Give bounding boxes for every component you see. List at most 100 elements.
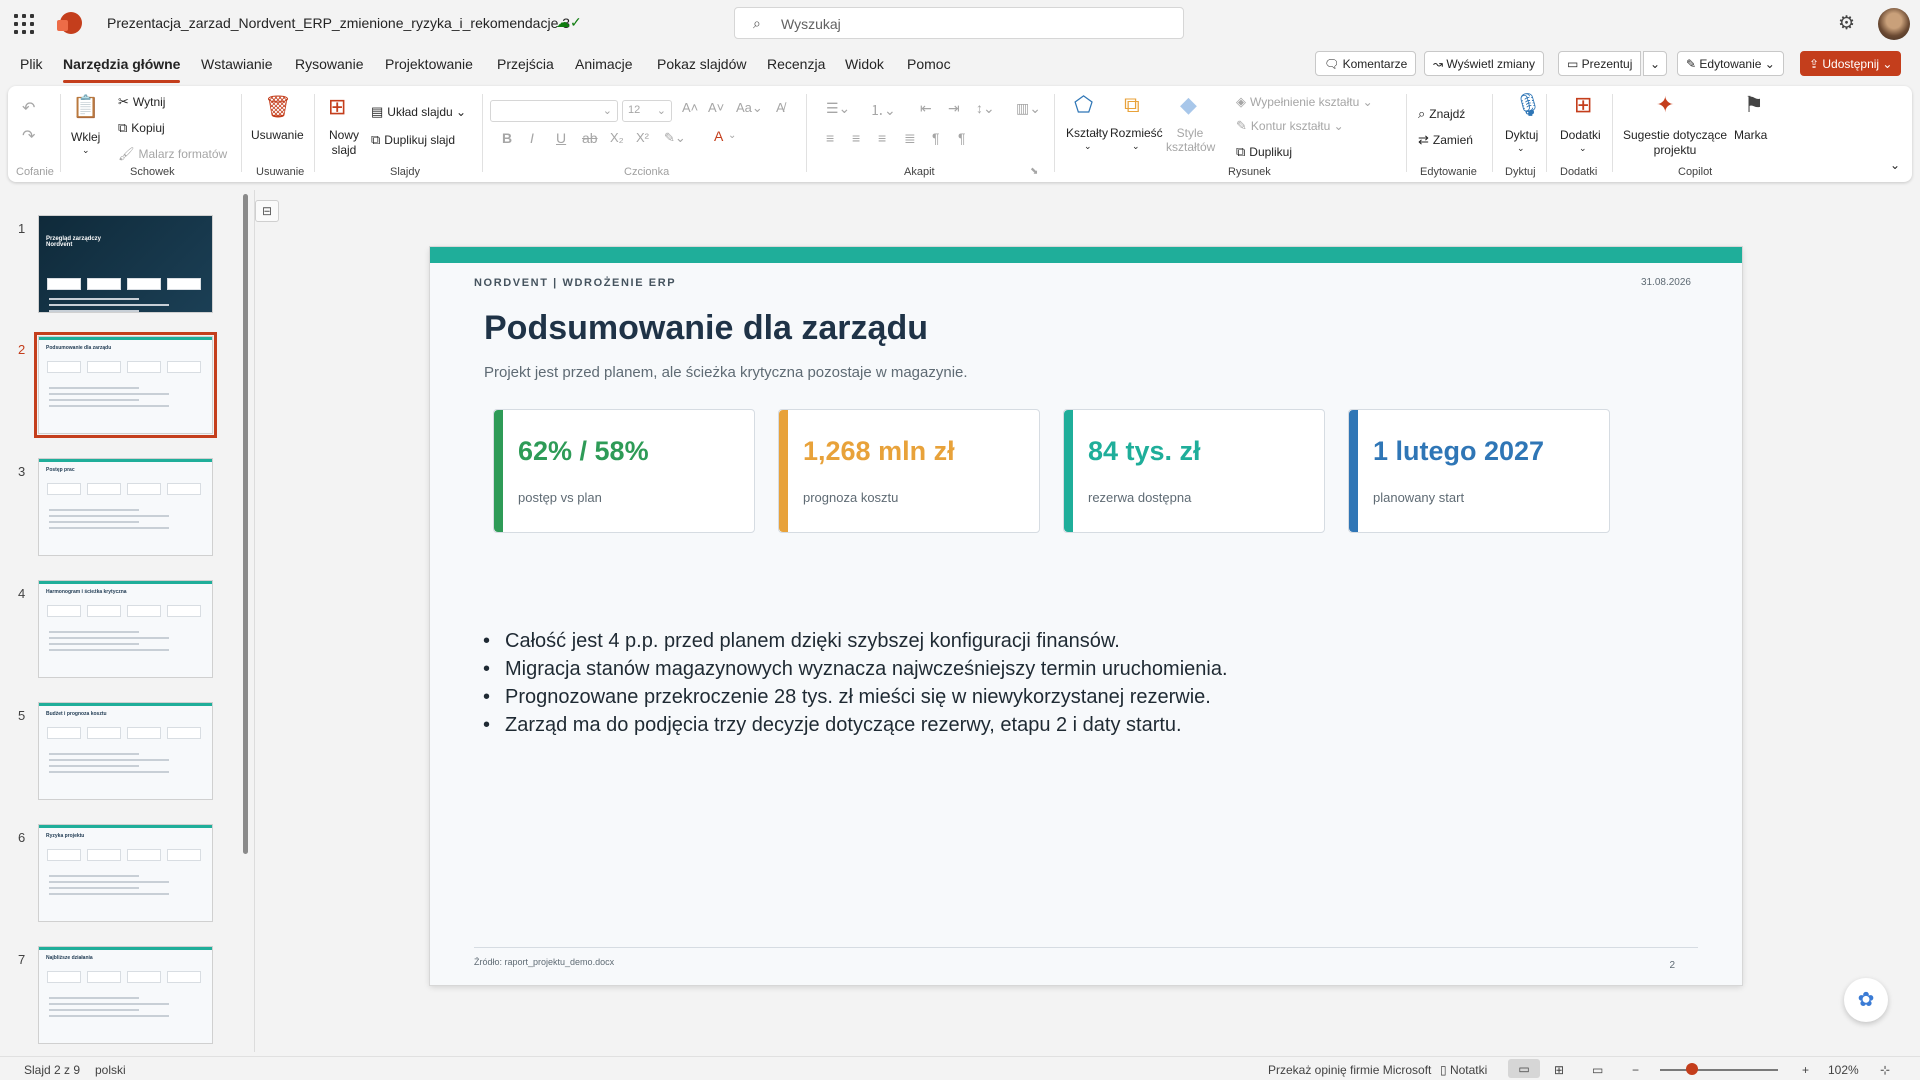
shape-styles-icon[interactable]: ◆ <box>1180 92 1197 118</box>
comments-button[interactable]: 🗨 Komentarze <box>1315 51 1417 76</box>
slide-thumbnail[interactable]: Postęp prac <box>38 458 213 556</box>
menu-file[interactable]: Plik <box>20 56 43 72</box>
search-box[interactable]: ⌕ Wyszukaj <box>734 7 1184 39</box>
delete-button[interactable]: Usuwanie <box>251 128 304 142</box>
present-button[interactable]: ▭ Prezentuj <box>1558 51 1642 76</box>
microphone-icon[interactable]: 🎙 <box>1514 92 1542 118</box>
present-dropdown-button[interactable]: ⌄ <box>1643 51 1668 76</box>
brand-button[interactable]: Marka <box>1734 128 1767 142</box>
slide-canvas[interactable]: NORDVENT | WDROŻENIE ERP 31.08.2026 Pods… <box>430 247 1742 985</box>
ltr-icon[interactable]: ¶ <box>932 130 940 146</box>
shapes-icon[interactable]: ⬠ <box>1074 92 1093 118</box>
cut-button[interactable]: ✂ Wytnij <box>118 94 165 110</box>
normal-view-icon[interactable]: ▭ <box>1508 1059 1540 1078</box>
change-case-icon[interactable]: Aa⌄ <box>736 100 763 116</box>
slide-thumbnail[interactable]: Harmonogram i ścieżka krytyczna <box>38 580 213 678</box>
menu-insert[interactable]: Wstawianie <box>201 56 273 72</box>
paste-icon[interactable]: 📋 <box>72 94 99 120</box>
editing-mode-button[interactable]: ✎ Edytowanie ⌄ <box>1677 51 1784 76</box>
rtl-icon[interactable]: ¶ <box>958 130 966 146</box>
notes-button[interactable]: ▯ Notatki <box>1440 1063 1487 1077</box>
menu-home[interactable]: Narzędzia główne <box>63 56 181 83</box>
settings-gear-icon[interactable]: ⚙ <box>1838 12 1855 35</box>
kpi-card[interactable]: 1,268 mln zł prognoza kosztu <box>778 409 1040 533</box>
align-right-icon[interactable]: ≡ <box>878 130 886 146</box>
slide-thumbnail[interactable]: Przegląd zarządczy Nordvent <box>38 215 213 313</box>
shapes-button[interactable]: Kształty <box>1066 126 1108 140</box>
superscript-icon[interactable]: X² <box>636 130 649 145</box>
undo-icon[interactable]: ↶ <box>22 98 35 118</box>
designer-icon[interactable]: ✦ <box>1656 92 1674 118</box>
paste-button[interactable]: Wklej <box>71 130 100 144</box>
underline-icon[interactable]: U <box>556 130 566 146</box>
menu-view[interactable]: Widok <box>845 56 884 72</box>
copy-button[interactable]: ⧉ Kopiuj <box>118 120 165 136</box>
kpi-card[interactable]: 62% / 58% postęp vs plan <box>493 409 755 533</box>
duplicate-slide-button[interactable]: ⧉ Duplikuj slajd <box>371 132 455 148</box>
kpi-card[interactable]: 1 lutego 2027 planowany start <box>1348 409 1610 533</box>
bold-icon[interactable]: B <box>502 130 512 146</box>
chevron-down-icon[interactable]: ⌄ <box>1579 143 1587 154</box>
feedback-link[interactable]: Przekaż opinię firmie Microsoft <box>1268 1063 1431 1077</box>
show-changes-button[interactable]: ↝ Wyświetl zmiany <box>1424 51 1544 76</box>
chevron-down-icon[interactable]: ⌄ <box>1084 141 1092 152</box>
numbering-icon[interactable]: ⒈⌄ <box>870 100 896 120</box>
chevron-down-icon[interactable]: ⌄ <box>728 130 736 141</box>
line-spacing-icon[interactable]: ↕⌄ <box>976 100 995 117</box>
menu-draw[interactable]: Rysowanie <box>295 56 363 72</box>
new-slide-button[interactable]: Nowy slajd <box>324 128 364 158</box>
zoom-level[interactable]: 102% <box>1828 1063 1859 1077</box>
design-suggestions-button[interactable]: Sugestie dotyczące projektu <box>1622 128 1728 158</box>
brand-icon[interactable]: ⚑ <box>1744 92 1764 118</box>
trash-icon[interactable]: 🗑 <box>264 94 292 120</box>
font-color-icon[interactable]: A <box>714 128 723 144</box>
copilot-icon[interactable]: ✿ <box>1844 978 1888 1022</box>
increase-font-icon[interactable]: A˄ <box>682 100 698 115</box>
zoom-slider[interactable] <box>1660 1069 1778 1071</box>
menu-review[interactable]: Recenzja <box>767 56 825 72</box>
layout-button[interactable]: ▤ Układ slajdu ⌄ <box>371 104 466 120</box>
shape-fill-button[interactable]: ◈ Wypełnienie kształtu ⌄ <box>1236 94 1373 110</box>
arrange-button[interactable]: Rozmieść <box>1110 126 1163 140</box>
slide-sorter-icon[interactable]: ⊞ <box>1554 1063 1564 1077</box>
fit-slide-icon[interactable]: ⊹ <box>1880 1063 1890 1077</box>
menu-animations[interactable]: Animacje <box>575 56 633 72</box>
menu-transitions[interactable]: Przejścia <box>497 56 554 72</box>
saved-cloud-icon[interactable]: ☁✓ <box>556 14 582 31</box>
app-launcher-icon[interactable] <box>14 14 34 34</box>
find-button[interactable]: ⌕ Znajdź <box>1418 106 1465 122</box>
decrease-font-icon[interactable]: A˅ <box>708 100 724 115</box>
bullet-list[interactable]: Całość jest 4 p.p. przed planem dzięki s… <box>483 627 1228 739</box>
columns-icon[interactable]: ▥⌄ <box>1016 100 1041 117</box>
collapse-pane-icon[interactable]: ⊟ <box>255 200 279 222</box>
zoom-slider-handle[interactable] <box>1686 1063 1698 1075</box>
italic-icon[interactable]: I <box>530 130 534 146</box>
slide-thumbnail[interactable]: Podsumowanie dla zarządu <box>34 332 217 438</box>
kpi-card[interactable]: 84 tys. zł rezerwa dostępna <box>1063 409 1325 533</box>
language-indicator[interactable]: polski <box>95 1063 126 1077</box>
arrange-icon[interactable]: ⧉ <box>1124 92 1140 118</box>
document-title[interactable]: Prezentacja_zarzad_Nordvent_ERP_zmienion… <box>107 15 570 31</box>
font-name-dropdown[interactable]: ⌄ <box>490 100 618 122</box>
slide-subtitle[interactable]: Projekt jest przed planem, ale ścieżka k… <box>484 364 968 381</box>
duplicate-button[interactable]: ⧉ Duplikuj <box>1236 144 1292 160</box>
align-center-icon[interactable]: ≡ <box>852 130 860 146</box>
slide-thumbnail[interactable]: Budżet i prognoza kosztu <box>38 702 213 800</box>
font-size-dropdown[interactable]: 12 ⌄ <box>622 100 672 122</box>
ribbon-collapse-icon[interactable]: ⌄ <box>1890 158 1900 172</box>
slide-thumbnail[interactable]: Najbliższe działania <box>38 946 213 1044</box>
redo-icon[interactable]: ↷ <box>22 126 35 146</box>
strikethrough-icon[interactable]: ab <box>582 130 598 146</box>
increase-indent-icon[interactable]: ⇥ <box>948 100 960 117</box>
new-slide-icon[interactable]: ⊞ <box>328 94 346 120</box>
slide-title[interactable]: Podsumowanie dla zarządu <box>484 309 928 348</box>
zoom-in-icon[interactable]: + <box>1802 1063 1809 1077</box>
dictate-button[interactable]: Dyktuj <box>1505 128 1538 142</box>
dialog-launcher-icon[interactable]: ⬊ <box>1030 166 1038 177</box>
menu-help[interactable]: Pomoc <box>907 56 951 72</box>
menu-slideshow[interactable]: Pokaz slajdów <box>657 56 747 72</box>
chevron-down-icon[interactable]: ⌄ <box>1517 143 1525 154</box>
thumbnail-scrollbar[interactable] <box>243 194 248 854</box>
replace-button[interactable]: ⇄ Zamień <box>1418 132 1473 148</box>
format-painter-button[interactable]: 🖌 Malarz formatów <box>118 146 227 162</box>
